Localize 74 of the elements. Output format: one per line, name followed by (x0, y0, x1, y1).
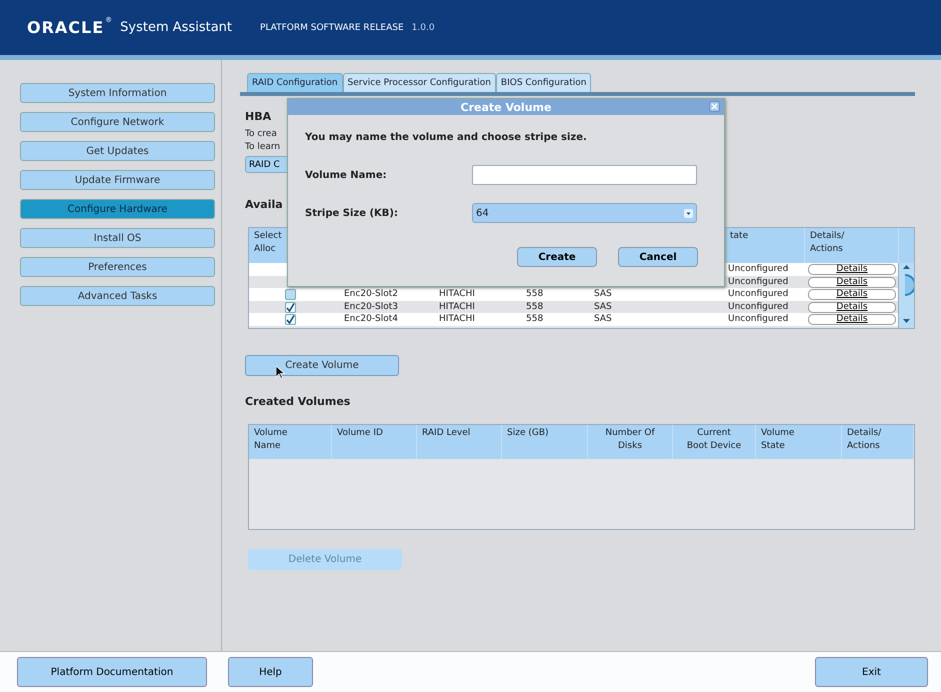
table-cell: HITACHI (439, 289, 475, 299)
exit-button[interactable]: Exit (815, 657, 928, 687)
column-header: tate (730, 231, 748, 241)
sidebar-button[interactable]: Preferences (20, 257, 215, 277)
tab[interactable]: Service Processor Configuration (342, 73, 496, 92)
column-header: Volume ID (337, 428, 383, 438)
dialog-message: You may name the volume and choose stripe size. (305, 132, 588, 143)
version-label: 1.0.0 (412, 22, 435, 32)
tab[interactable]: RAID Configuration (247, 73, 343, 92)
details-button[interactable]: Details (808, 314, 896, 325)
field-label: Stripe Size (KB): (305, 208, 399, 218)
table-cell: SAS (594, 314, 612, 324)
table-cell: HITACHI (439, 314, 475, 324)
close-icon[interactable] (709, 101, 720, 112)
field-label: Volume Name: (305, 170, 388, 180)
release-label: PLATFORM SOFTWARE RELEASE (260, 22, 404, 32)
logo: ORACLE (27, 18, 104, 37)
checkbox[interactable] (285, 302, 296, 312)
documentation-button[interactable]: Platform Documentation (17, 657, 207, 687)
table-cell: Unconfigured (728, 264, 788, 274)
table-cell: Unconfigured (728, 289, 788, 299)
tab[interactable]: BIOS Configuration (496, 73, 592, 92)
stripe-size-dropdown[interactable]: 64 (472, 203, 697, 223)
checkbox[interactable] (285, 314, 296, 325)
table-cell: 558 (526, 289, 544, 299)
column-header: RAID Level (422, 428, 470, 438)
column-header: Current Boot Device (686, 428, 742, 451)
column-header: Volume State (761, 428, 794, 451)
table-cell: SAS (594, 289, 612, 299)
table-cell: Unconfigured (728, 276, 788, 286)
details-button[interactable]: Details (808, 302, 896, 312)
sidebar-button[interactable]: Configure Network (20, 112, 215, 132)
dialog-title: Create Volume (288, 99, 724, 115)
instruction-text: To crea (245, 129, 278, 139)
section-heading: HBA (245, 110, 272, 123)
column-header: Details/ Actions (847, 428, 882, 451)
dialog-button[interactable]: Cancel (618, 247, 698, 267)
dialog-button[interactable]: Create (517, 247, 597, 267)
column-header: Size (GB) (507, 428, 549, 438)
table-cell: Unconfigured (728, 302, 788, 312)
dropdown-value: 64 (476, 208, 489, 218)
help-button[interactable]: Help (228, 657, 313, 687)
table-cell: 558 (526, 302, 544, 312)
table-cell: SAS (594, 302, 612, 312)
create-volume-button[interactable]: Create Volume (245, 355, 399, 376)
column-header: Number Of Disks (605, 428, 655, 451)
table-cell: HITACHI (439, 302, 475, 312)
cursor-icon (276, 366, 285, 379)
app-title: System Assistant (120, 20, 232, 35)
details-button[interactable]: Details (808, 276, 896, 288)
volume-name-field[interactable] (472, 165, 697, 185)
sidebar-button[interactable]: System Information (20, 83, 215, 103)
sidebar-button[interactable]: Update Firmware (20, 170, 215, 190)
table-cell: 558 (526, 314, 544, 324)
scrollbar[interactable] (898, 263, 914, 328)
sidebar-button[interactable]: Configure Hardware (20, 199, 215, 219)
details-button[interactable]: Details (808, 289, 896, 300)
table-cell: Unconfigured (728, 314, 788, 324)
section-heading: Created Volumes (245, 395, 350, 408)
column-header: Details/ Actions (810, 231, 844, 254)
details-button[interactable]: Details (808, 264, 896, 275)
sidebar-button[interactable]: Get Updates (20, 141, 215, 161)
sidebar-button[interactable]: Install OS (20, 228, 215, 248)
table-cell: Enc20-Slot2 (344, 289, 398, 299)
section-heading: Availa (245, 198, 283, 211)
raid-button[interactable]: RAID C (245, 156, 290, 173)
sidebar-button[interactable]: Advanced Tasks (20, 286, 215, 306)
table-cell: Enc20-Slot4 (344, 314, 398, 324)
caret-icon[interactable] (684, 208, 693, 218)
column-header: Volume Name (254, 428, 288, 451)
checkbox[interactable] (285, 289, 296, 300)
table-cell: Enc20-Slot3 (344, 302, 398, 312)
instruction-text: To learn (245, 142, 280, 152)
column-header: Select Alloc (254, 231, 282, 254)
